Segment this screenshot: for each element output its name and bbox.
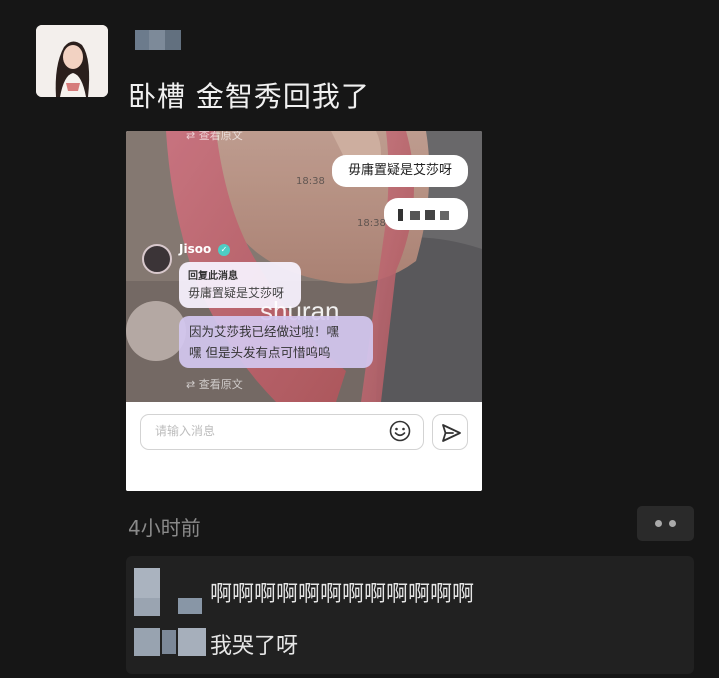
- avatar-image: [36, 25, 108, 97]
- sender-name: Jisoo: [179, 242, 212, 256]
- commenter-name-redacted[interactable]: [134, 568, 160, 598]
- send-arrow-icon: [442, 424, 461, 442]
- post-text: 卧槽 金智秀回我了: [128, 80, 370, 113]
- poster-avatar[interactable]: [36, 25, 108, 97]
- poster-name-redacted[interactable]: [135, 30, 181, 50]
- more-button[interactable]: [637, 506, 694, 541]
- comment-text: 我哭了呀: [210, 634, 299, 659]
- redacted-message-bubble: [384, 198, 468, 230]
- received-message-line: 嘿 但是头发有点可惜呜呜: [189, 345, 331, 360]
- commenter-name-redacted: [178, 628, 206, 656]
- post-time: 4小时前: [128, 516, 201, 540]
- smiley-icon[interactable]: [389, 420, 411, 442]
- more-dots-icon: [669, 520, 676, 527]
- commenter-name-redacted: [134, 598, 160, 616]
- translate-icon: ⇄: [186, 131, 199, 142]
- sent-message-bubble: 毋庸置疑是艾莎呀: [332, 155, 468, 187]
- comment-item[interactable]: 我哭了呀: [126, 620, 694, 660]
- received-message-line: 因为艾莎我已经做过啦！嘿: [189, 324, 340, 339]
- more-dots-icon: [655, 520, 662, 527]
- commenter-name-redacted[interactable]: [134, 628, 160, 656]
- sender-avatar[interactable]: [142, 244, 172, 274]
- verified-badge-icon: ✓: [218, 244, 230, 256]
- commenter-name-redacted: [162, 630, 176, 654]
- reply-header: 回复此消息: [188, 271, 238, 282]
- received-message-bubble: 因为艾莎我已经做过啦！嘿 嘿 但是头发有点可惜呜呜: [179, 316, 373, 368]
- comments-panel: 啊啊啊啊啊啊啊啊啊啊啊啊 我哭了呀: [126, 556, 694, 674]
- translate-icon: ⇄: [186, 378, 199, 391]
- comment-text: 啊啊啊啊啊啊啊啊啊啊啊啊: [210, 582, 475, 607]
- send-button[interactable]: [432, 414, 468, 450]
- commenter-name-redacted: [178, 598, 202, 614]
- translate-link-top[interactable]: ⇄ 查看原文: [186, 131, 243, 143]
- message-timestamp: 18:38: [357, 218, 386, 229]
- message-input-bar: 请输入消息: [126, 402, 482, 491]
- translate-link[interactable]: ⇄ 查看原文: [186, 376, 243, 392]
- message-input[interactable]: 请输入消息: [140, 414, 424, 450]
- message-timestamp: 18:38: [296, 176, 325, 187]
- comment-item[interactable]: 啊啊啊啊啊啊啊啊啊啊啊啊: [126, 568, 694, 616]
- post-image[interactable]: ⇄ 查看原文 毋庸置疑是艾莎呀 18:38 18:38 Jisoo ✓ 回复此消…: [126, 131, 482, 491]
